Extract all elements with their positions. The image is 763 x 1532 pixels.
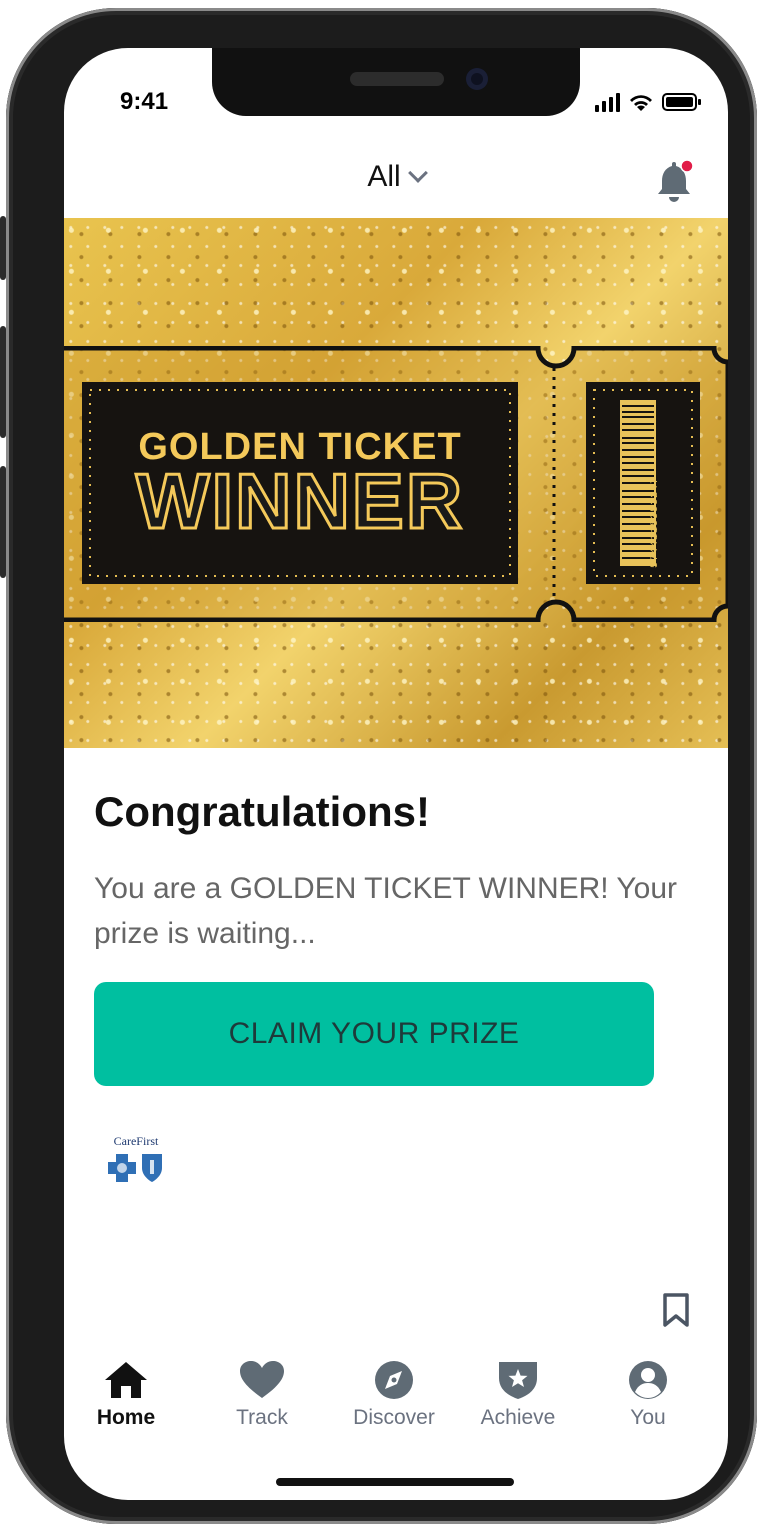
tab-home-label: Home: [96, 1406, 156, 1429]
chevron-down-icon: [407, 163, 428, 183]
hero-banner: GOLDEN TICKET WINNER 5744115353247: [64, 218, 728, 748]
ticket-title-line2: WINNER: [134, 457, 465, 545]
tab-track-label: Track: [236, 1406, 288, 1429]
carefirst-logo-text: CareFirst: [113, 1134, 159, 1148]
card-body: You are a GOLDEN TICKET WINNER! Your pri…: [94, 872, 678, 950]
feed-filter-label: All: [367, 160, 401, 193]
tab-you-label: You: [630, 1406, 666, 1429]
tab-achieve-label: Achieve: [480, 1406, 556, 1429]
user-icon: [629, 1361, 667, 1399]
cellular-signal-icon: [595, 93, 620, 112]
tab-track[interactable]: Track: [212, 1360, 312, 1430]
blue-cross-blue-shield-icon: [108, 1154, 162, 1182]
heart-icon: [240, 1361, 284, 1398]
bell-icon[interactable]: [652, 158, 696, 204]
claim-prize-button[interactable]: CLAIM YOUR PRIZE: [94, 982, 654, 1086]
screen: 9:41 All GOLDEN TICKET WINNER 5744115353…: [64, 48, 728, 1500]
card-headline: Congratulations!: [94, 788, 430, 835]
front-camera: [466, 68, 488, 90]
ticket-barcode-number: 5744115353247: [650, 476, 661, 568]
silent-switch: [0, 216, 6, 280]
notch: [212, 48, 580, 116]
volume-up-button: [0, 326, 6, 438]
compass-icon: [375, 1361, 413, 1399]
bottom-tab-bar: Home Track Discover Achieve You: [64, 1360, 728, 1440]
tab-discover[interactable]: Discover: [344, 1360, 444, 1430]
tab-you[interactable]: You: [598, 1360, 698, 1430]
home-icon: [105, 1362, 147, 1398]
home-indicator: [276, 1478, 514, 1486]
wifi-icon: [630, 95, 652, 111]
status-icons: [595, 92, 702, 112]
tab-home[interactable]: Home: [76, 1360, 176, 1430]
phone-frame: 9:41 All GOLDEN TICKET WINNER 5744115353…: [0, 8, 757, 1524]
tab-achieve[interactable]: Achieve: [468, 1360, 568, 1430]
volume-down-button: [0, 466, 6, 578]
tab-discover-label: Discover: [353, 1406, 435, 1429]
bookmark-icon[interactable]: [662, 1292, 690, 1328]
feed-filter-dropdown[interactable]: All: [64, 160, 728, 194]
shield-star-icon: [499, 1362, 537, 1399]
notification-dot: [680, 159, 694, 173]
status-time: 9:41: [120, 88, 169, 115]
battery-icon: [662, 93, 701, 111]
carefirst-logo: CareFirst: [104, 1134, 168, 1194]
speaker: [350, 72, 444, 86]
